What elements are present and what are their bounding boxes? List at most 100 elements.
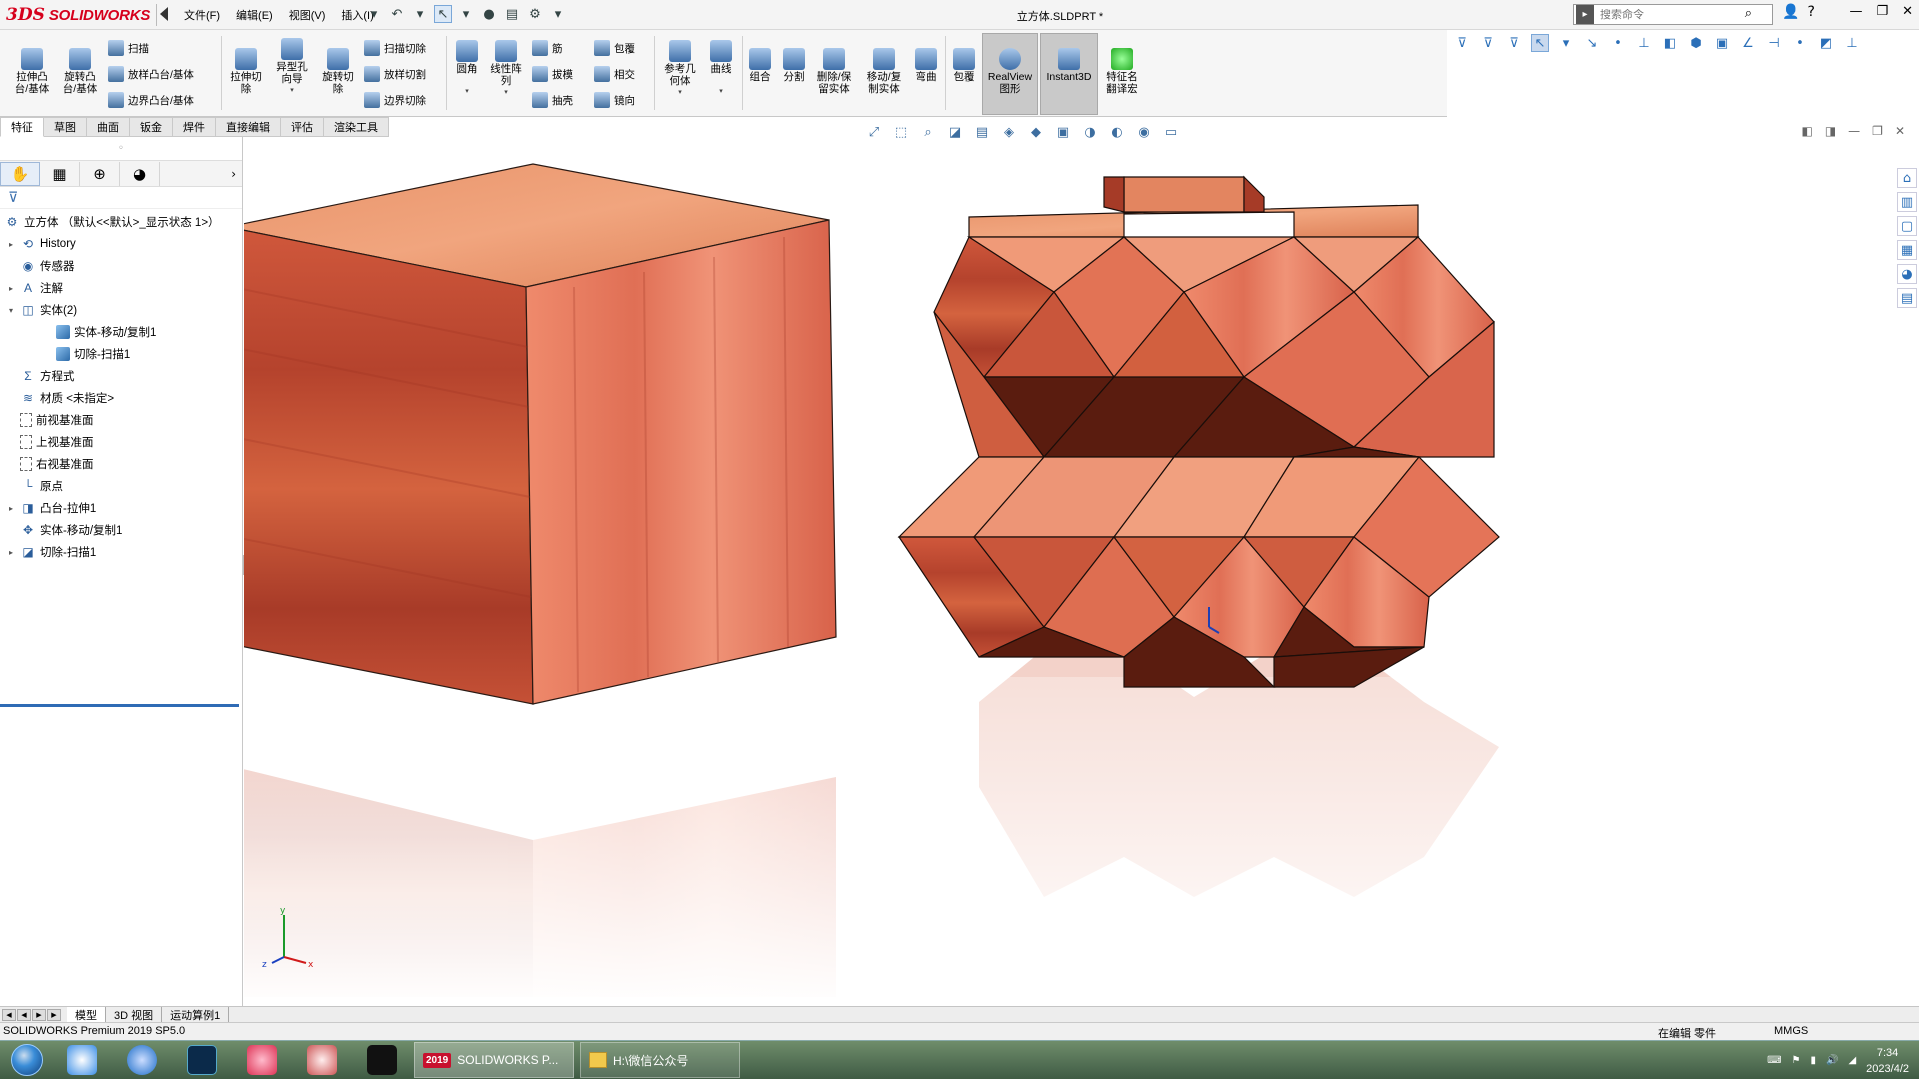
expand-arrow-icon[interactable]: ▸: [6, 504, 16, 513]
tab-sketch[interactable]: 草图: [44, 117, 87, 137]
flag-icon[interactable]: ⚑: [1792, 1055, 1801, 1066]
graphics-area[interactable]: y x z: [244, 137, 1891, 1006]
viewport-close-icon[interactable]: ✕: [1895, 124, 1905, 138]
dropdown-arrow-icon[interactable]: ▾: [465, 86, 469, 98]
point-icon[interactable]: •: [1609, 34, 1627, 52]
combine-button[interactable]: 组合: [744, 48, 776, 84]
wrap-large-button[interactable]: 包覆: [948, 48, 980, 84]
dropdown-arrow-icon[interactable]: ▾: [678, 87, 682, 99]
taskbar-pinned-app[interactable]: [296, 1042, 348, 1078]
draft-button[interactable]: 拔模: [532, 66, 573, 82]
tree-item[interactable]: 切除-扫描1: [0, 343, 242, 365]
dropdown-arrow-icon[interactable]: ▾: [504, 87, 508, 99]
appearances-icon[interactable]: ◕: [1897, 264, 1917, 284]
design-library-icon[interactable]: ▥: [1897, 192, 1917, 212]
dynamic-annotation-icon[interactable]: ▤: [973, 123, 991, 141]
menu-file[interactable]: 文件(F): [180, 5, 224, 25]
notification-icon[interactable]: ◢: [1848, 1055, 1856, 1066]
collapse-menu-arrow-icon[interactable]: [160, 7, 168, 21]
plane-icon[interactable]: ◧: [1661, 34, 1679, 52]
rib-button[interactable]: 筋: [532, 40, 563, 56]
custom-properties-icon[interactable]: ▤: [1897, 288, 1917, 308]
expand-arrow-icon[interactable]: ▸: [6, 240, 16, 249]
display-style-icon[interactable]: ◆: [1027, 123, 1045, 141]
sketch-icon[interactable]: ∠: [1739, 34, 1757, 52]
tab-weldments[interactable]: 焊件: [173, 117, 216, 137]
wrap-button[interactable]: 包覆: [594, 40, 635, 56]
file-properties-icon[interactable]: ▤: [503, 5, 521, 23]
prev-tab-icon[interactable]: ◀: [17, 1008, 31, 1021]
last-tab-icon[interactable]: ▶: [47, 1008, 61, 1021]
minimize-icon[interactable]: —: [1849, 4, 1862, 19]
tab-motion-study[interactable]: 运动算例1: [162, 1007, 230, 1022]
tree-item[interactable]: ✥ 实体-移动/复制1: [0, 519, 242, 541]
axis-icon[interactable]: ⊥: [1843, 34, 1861, 52]
move-copy-body-button[interactable]: 移动/复 制实体: [862, 48, 906, 95]
sweep-cut-button[interactable]: 扫描切除: [364, 40, 426, 56]
flex-button[interactable]: 弯曲: [910, 48, 942, 84]
expand-arrow-icon[interactable]: ▾: [6, 306, 16, 315]
tree-item[interactable]: ▾ ◫ 实体(2): [0, 299, 242, 321]
tree-root-part[interactable]: ⚙ 立方体 （默认<<默认>_显示状态 1>）: [0, 211, 242, 233]
viewport-restore-icon[interactable]: ❐: [1872, 124, 1883, 138]
body-icon[interactable]: ▣: [1713, 34, 1731, 52]
zoom-to-area-icon[interactable]: ⬚: [892, 123, 910, 141]
tree-item[interactable]: ▸ ◨ 凸台-拉伸1: [0, 497, 242, 519]
split-button[interactable]: 分割: [778, 48, 810, 84]
select-cursor-icon[interactable]: ↖: [434, 5, 452, 23]
boundary-boss-button[interactable]: 边界凸台/基体: [108, 92, 194, 108]
view-orientation-icon[interactable]: ◈: [1000, 123, 1018, 141]
close-icon[interactable]: ✕: [1902, 4, 1913, 19]
dropdown-arrow-icon[interactable]: ▾: [411, 5, 429, 23]
viewport-minimize-icon[interactable]: —: [1848, 124, 1860, 138]
taskbar-pinned-app[interactable]: [356, 1042, 408, 1078]
tree-item[interactable]: ≋ 材质 <未指定>: [0, 387, 242, 409]
solidworks-logo[interactable]: 3DS SOLIDWORKS: [6, 3, 150, 27]
loft-cut-button[interactable]: 放样切割: [364, 66, 426, 82]
split-view-right-icon[interactable]: ◨: [1825, 124, 1836, 138]
tree-item[interactable]: 右视基准面: [0, 453, 242, 475]
dimension-icon[interactable]: ⊣: [1765, 34, 1783, 52]
search-input[interactable]: [1600, 8, 1740, 21]
next-tab-icon[interactable]: ▶: [32, 1008, 46, 1021]
tree-item[interactable]: └ 原点: [0, 475, 242, 497]
extrude-cut-button[interactable]: 拉伸切 除: [226, 48, 266, 95]
lattice-body[interactable]: [897, 175, 1500, 688]
units-selector[interactable]: MMGS: [1774, 1025, 1808, 1037]
restore-icon[interactable]: ❐: [1876, 4, 1888, 19]
reference-geometry-button[interactable]: 参考几 何体 ▾: [658, 40, 702, 99]
user-icon[interactable]: 👤: [1782, 4, 1799, 20]
intersect-button[interactable]: 相交: [594, 66, 635, 82]
instant3d-button[interactable]: Instant3D: [1042, 48, 1096, 84]
apply-scene-icon[interactable]: ◐: [1108, 123, 1126, 141]
tree-item[interactable]: ▸ ⟲ History: [0, 233, 242, 255]
tab-features[interactable]: 特征: [0, 117, 44, 137]
feature-tree-tab-icon[interactable]: ✋: [0, 161, 40, 186]
coordinate-icon[interactable]: ⬢: [1687, 34, 1705, 52]
linear-pattern-button[interactable]: 线性阵 列 ▾: [486, 40, 526, 99]
expand-arrow-icon[interactable]: ▸: [6, 548, 16, 557]
options-gear-icon[interactable]: ⚙: [526, 5, 544, 23]
revolve-boss-button[interactable]: 旋转凸 台/基体: [60, 48, 100, 95]
realview-button[interactable]: RealView 图形: [984, 48, 1036, 95]
hole-wizard-button[interactable]: 异型孔 向导 ▾: [272, 38, 312, 97]
cube-body[interactable]: [244, 163, 837, 705]
dropdown-arrow-icon[interactable]: ▾: [549, 5, 567, 23]
volume-icon[interactable]: 🔊: [1826, 1055, 1838, 1066]
point-icon[interactable]: •: [1791, 34, 1809, 52]
tree-item[interactable]: 前视基准面: [0, 409, 242, 431]
curves-button[interactable]: 曲线 ▾: [704, 40, 738, 97]
view-settings-icon[interactable]: ◉: [1135, 123, 1153, 141]
revolve-cut-button[interactable]: 旋转切 除: [318, 48, 358, 95]
previous-view-icon[interactable]: ⌕: [919, 123, 937, 141]
clock[interactable]: 7:34 2023/4/2: [1866, 1045, 1909, 1077]
shell-button[interactable]: 抽壳: [532, 92, 573, 108]
section-view-icon[interactable]: ◪: [946, 123, 964, 141]
property-manager-tab-icon[interactable]: ▦: [40, 161, 80, 186]
first-tab-icon[interactable]: ◀: [2, 1008, 16, 1021]
help-icon[interactable]: ?: [1807, 4, 1814, 20]
filter-faces-icon[interactable]: ⊽: [1505, 34, 1523, 52]
tab-surfaces[interactable]: 曲面: [87, 117, 130, 137]
rollback-bar[interactable]: [0, 704, 239, 707]
expand-arrow-icon[interactable]: ▸: [6, 284, 16, 293]
